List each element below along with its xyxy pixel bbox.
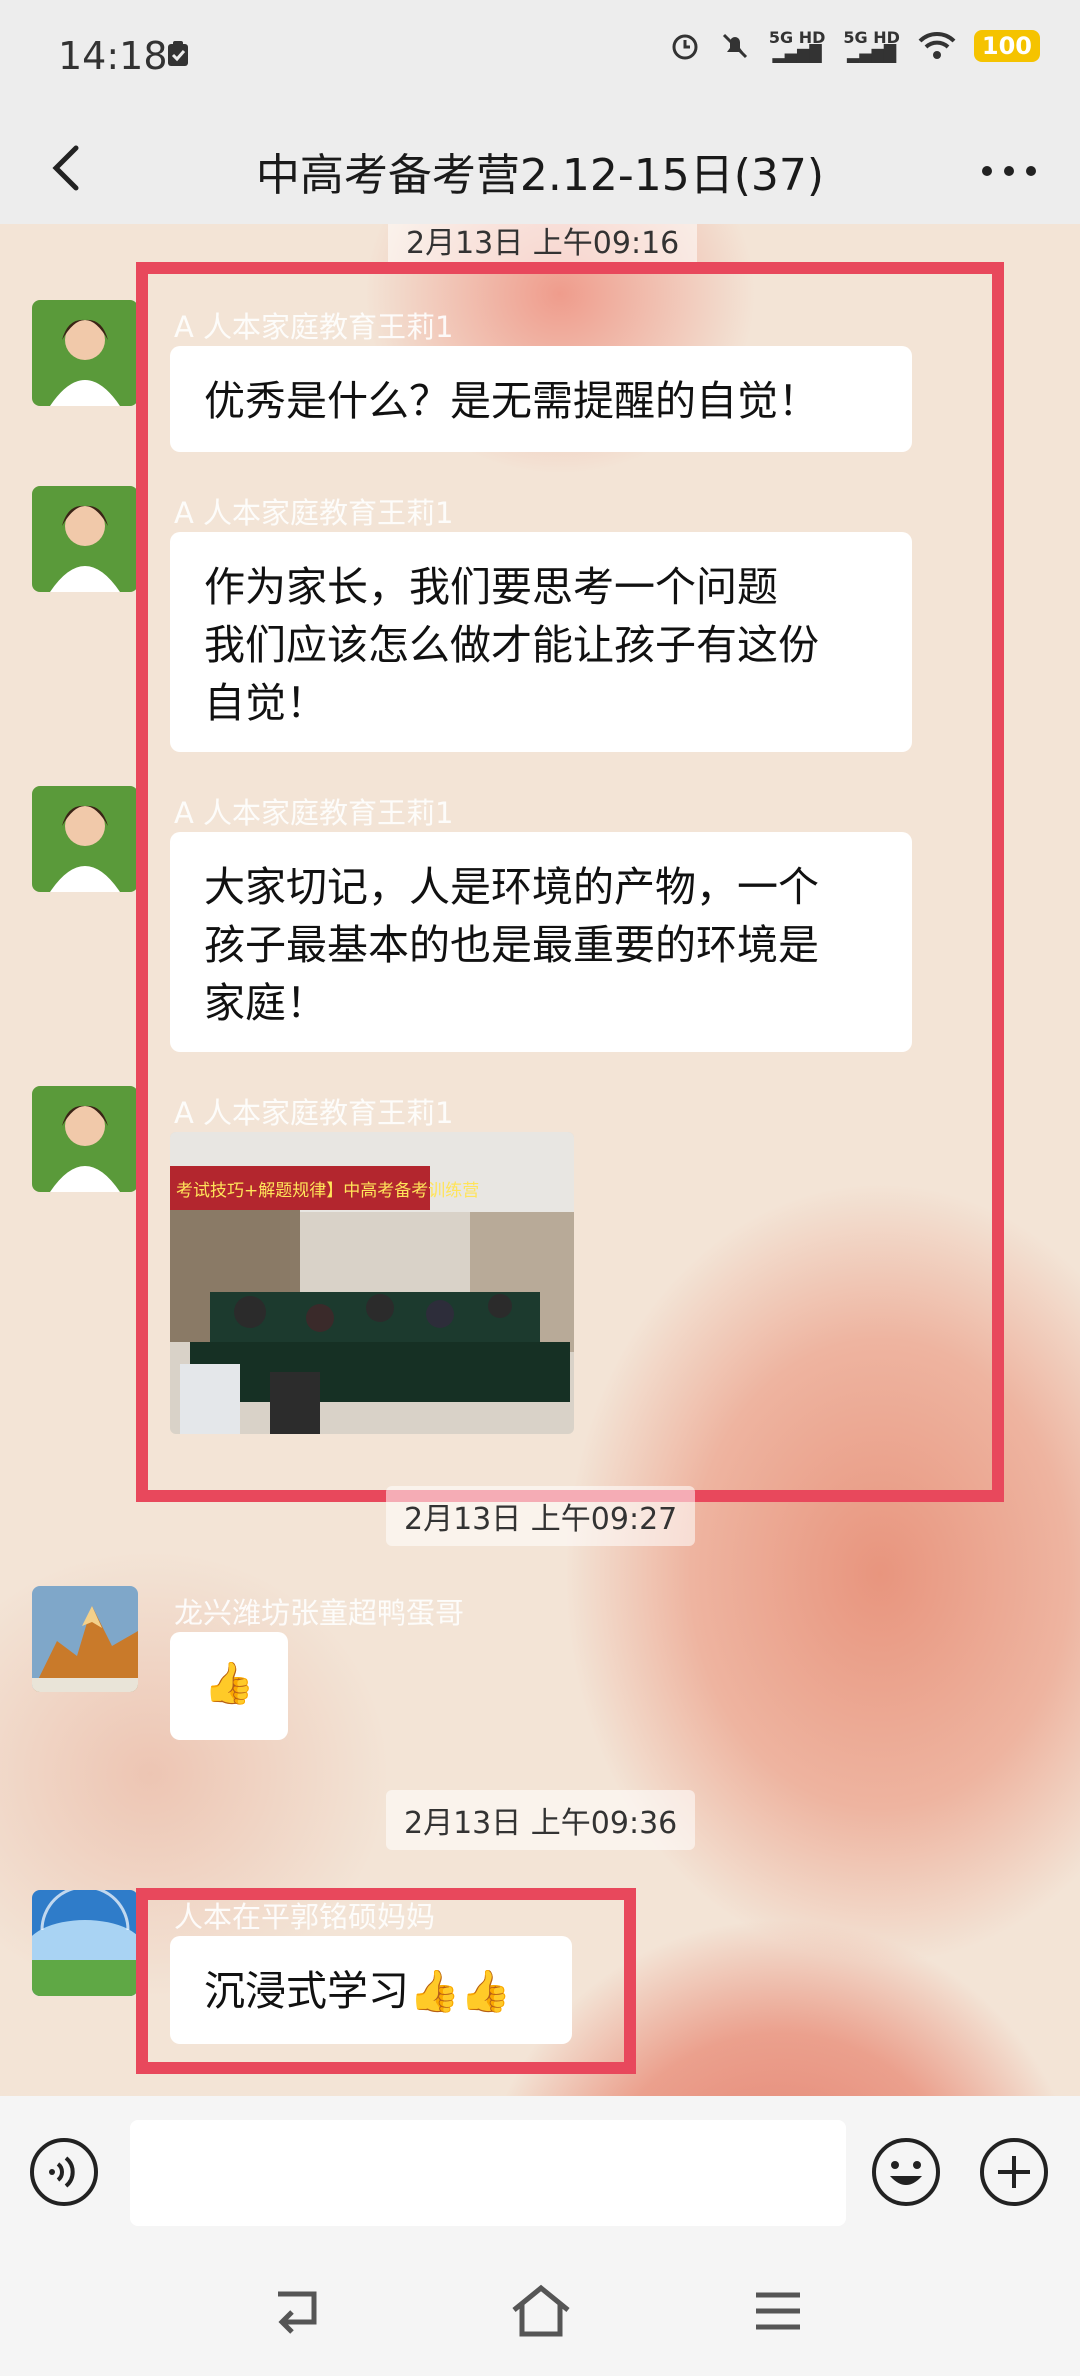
mute-icon bbox=[722, 33, 747, 59]
status-right-group: 5G HD ▂▄▆█ 5G HD ▂▄▆█ 100 bbox=[669, 30, 1040, 62]
emoji-icon[interactable] bbox=[870, 2136, 942, 2208]
back-nav-icon[interactable] bbox=[272, 2286, 324, 2336]
network-indicator-2: 5G HD ▂▄▆█ bbox=[843, 28, 900, 63]
input-bar bbox=[0, 2096, 1080, 2256]
voice-icon[interactable] bbox=[28, 2136, 100, 2208]
timestamp: 2月13日 上午09:27 bbox=[386, 1486, 696, 1546]
avatar[interactable] bbox=[32, 486, 138, 592]
highlight-box bbox=[136, 262, 1004, 1502]
more-dots-icon[interactable] bbox=[974, 146, 1044, 196]
home-nav-icon[interactable] bbox=[510, 2284, 572, 2338]
back-arrow-icon[interactable] bbox=[38, 138, 98, 198]
clipboard-icon bbox=[168, 41, 188, 66]
highlight-box bbox=[136, 1888, 636, 2074]
status-bar: 14:18 5G HD ▂▄▆█ 5G HD ▂▄▆█ 100 bbox=[0, 0, 1080, 118]
avatar[interactable] bbox=[32, 1890, 138, 1996]
chat-header: 中高考备考营2.12-15日(37) bbox=[0, 118, 1080, 224]
add-icon[interactable] bbox=[978, 2136, 1050, 2208]
avatar[interactable] bbox=[32, 1586, 138, 1692]
sender-name: 龙兴潍坊张童超鸭蛋哥 bbox=[174, 1596, 465, 1630]
message-input[interactable] bbox=[130, 2120, 846, 2226]
battery-indicator: 100 bbox=[973, 30, 1040, 62]
avatar[interactable] bbox=[32, 786, 138, 892]
network-indicator-1: 5G HD ▂▄▆█ bbox=[768, 28, 826, 63]
chat-area[interactable]: 2月13日 上午09:16 A 人本家庭教育王莉1 优秀是什么？是无需提醒的自觉… bbox=[0, 224, 1080, 2096]
message-bubble[interactable]: 👍 bbox=[170, 1632, 288, 1740]
avatar[interactable] bbox=[32, 300, 138, 406]
system-nav-bar bbox=[0, 2256, 1080, 2376]
thumbs-up-emoji: 👍 bbox=[203, 1659, 255, 1707]
chat-title: 中高考备考营2.12-15日(37) bbox=[255, 150, 825, 201]
menu-nav-icon[interactable] bbox=[754, 2290, 802, 2332]
wifi-icon bbox=[918, 31, 956, 59]
status-time: 14:18 bbox=[58, 34, 168, 78]
timestamp: 2月13日 上午09:36 bbox=[386, 1790, 696, 1850]
alarm-icon bbox=[672, 34, 698, 60]
avatar[interactable] bbox=[32, 1086, 138, 1192]
